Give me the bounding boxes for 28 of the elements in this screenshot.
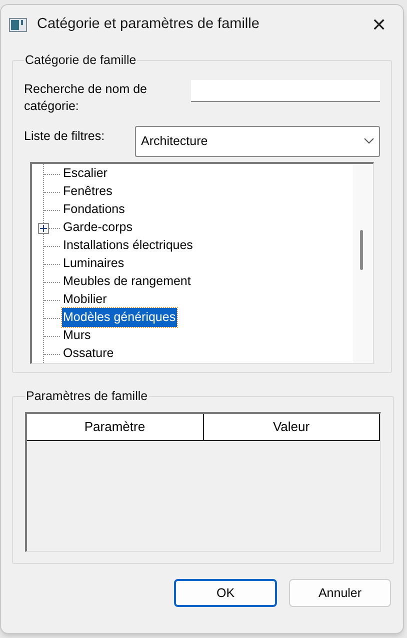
expand-icon[interactable] bbox=[38, 222, 49, 234]
filter-dropdown[interactable]: Architecture bbox=[135, 126, 380, 157]
tree-item[interactable]: Meubles de rangement bbox=[62, 272, 192, 292]
tree-item[interactable]: Modèles génériques bbox=[62, 308, 177, 328]
close-button[interactable]: ✕ bbox=[361, 10, 397, 40]
scrollbar[interactable] bbox=[353, 164, 373, 363]
scrollbar-thumb[interactable] bbox=[360, 230, 363, 270]
filter-label: Liste de filtres: bbox=[24, 128, 106, 145]
window-title: Catégorie et paramètres de famille bbox=[37, 15, 260, 34]
search-label: Recherche de nom de catégorie: bbox=[24, 80, 148, 115]
column-header[interactable]: Valeur bbox=[204, 414, 379, 440]
group-title: Paramètres de famille bbox=[25, 388, 149, 405]
search-field[interactable] bbox=[191, 80, 380, 102]
tree-item[interactable]: Ossature bbox=[62, 344, 115, 364]
ok-button[interactable]: OK bbox=[174, 579, 277, 607]
cancel-button[interactable]: Annuler bbox=[289, 579, 391, 607]
tree-item[interactable]: Luminaires bbox=[62, 254, 126, 274]
tree-item[interactable]: Fenêtres bbox=[62, 182, 114, 202]
app-icon bbox=[9, 18, 27, 32]
tree-item[interactable]: Mobilier bbox=[62, 290, 108, 310]
tree-item[interactable]: Escalier bbox=[62, 164, 108, 184]
column-header[interactable]: Paramètre bbox=[27, 414, 204, 440]
group-title: Catégorie de famille bbox=[24, 52, 138, 69]
tree-item[interactable]: Installations électriques bbox=[62, 236, 194, 256]
tree-item[interactable]: Fondations bbox=[62, 200, 126, 220]
chevron-down-icon bbox=[364, 138, 374, 144]
tree-item[interactable]: Garde-corps bbox=[62, 218, 134, 238]
tree-item[interactable]: Murs bbox=[62, 326, 92, 346]
